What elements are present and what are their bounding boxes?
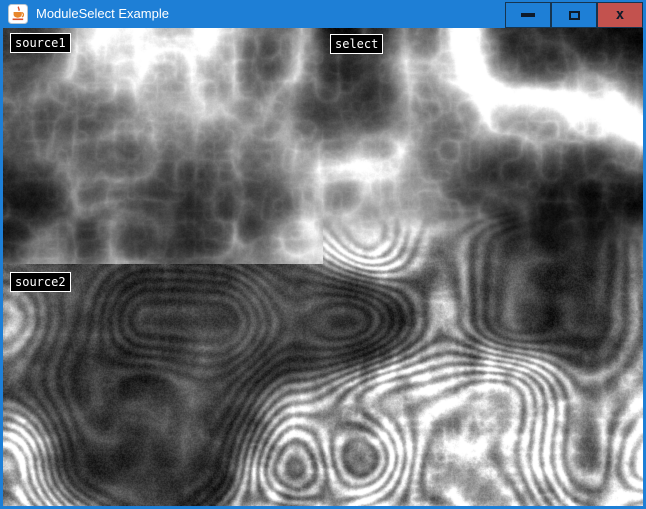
render-area: source1 select source2 <box>3 28 643 506</box>
maximize-square-icon <box>569 11 580 20</box>
close-x-icon: x <box>616 8 624 22</box>
close-button[interactable]: x <box>597 2 643 28</box>
java-coffee-cup-icon <box>8 4 28 24</box>
source2-label: source2 <box>10 272 71 292</box>
minimize-button[interactable] <box>505 2 551 28</box>
titlebar[interactable]: ModuleSelect Example x <box>0 0 646 28</box>
source2-noise-image <box>3 264 323 500</box>
minimize-bar-icon <box>521 13 535 17</box>
source1-noise-image <box>3 28 323 264</box>
select-label: select <box>330 34 383 54</box>
window-title: ModuleSelect Example <box>36 0 169 28</box>
source1-label: source1 <box>10 33 71 53</box>
maximize-button[interactable] <box>551 2 597 28</box>
app-window: ModuleSelect Example x source1 select so… <box>0 0 646 509</box>
